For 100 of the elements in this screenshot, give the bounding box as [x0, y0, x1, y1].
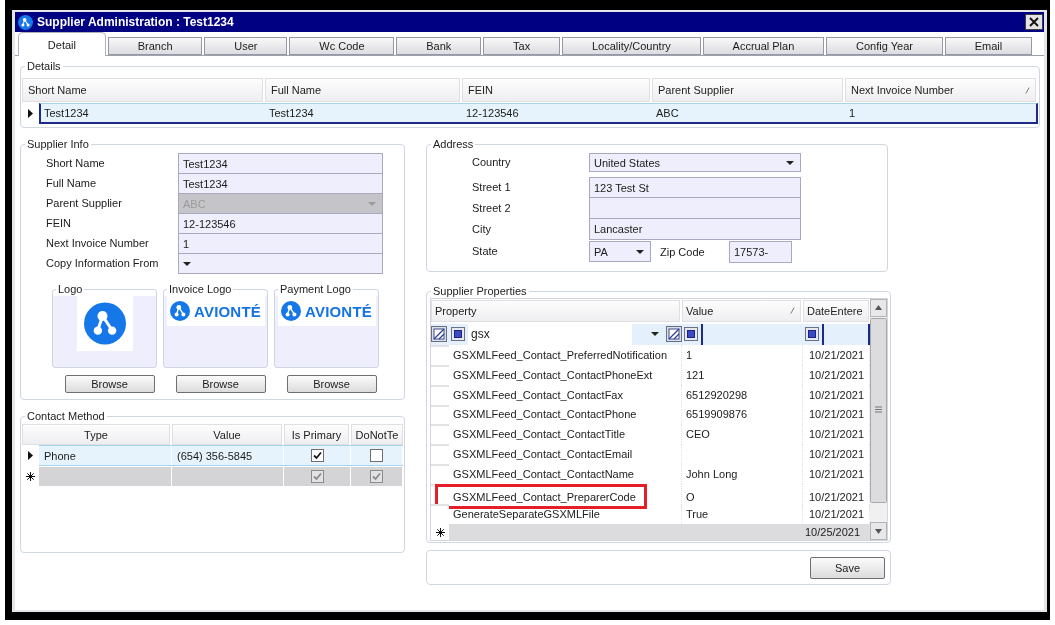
table-cell: GSXMLFeed_Contact_ContactPhone [453, 408, 637, 421]
text-field[interactable]: Lancaster [589, 219, 801, 240]
sort-indicator-icon [1025, 86, 1030, 94]
slashed-square-icon[interactable] [431, 326, 447, 343]
tab[interactable]: Tax [483, 37, 561, 55]
column-header[interactable]: Value [682, 300, 801, 322]
browse-button[interactable]: Browse [286, 375, 377, 393]
table-cell-text: 12-123546 [465, 106, 520, 121]
logo-icon [281, 301, 301, 321]
table-cell: 10/21/2021 [809, 408, 865, 421]
text-field[interactable]: Test1234 [178, 153, 383, 174]
caret-icon [183, 261, 191, 266]
column-header[interactable]: Short Name [22, 78, 263, 102]
text-field[interactable]: 123 Test St [589, 177, 801, 198]
slashed-square-icon[interactable] [666, 326, 682, 343]
table-cell: John Long [686, 468, 738, 481]
logo-wordmark: AVIONTÉ [305, 302, 372, 320]
tab[interactable]: User [204, 37, 288, 55]
field-label: State [472, 245, 499, 259]
field-label: Parent Supplier [46, 197, 123, 211]
combo-box[interactable]: United States [589, 153, 801, 172]
column-header[interactable]: DoNotTe [351, 424, 403, 445]
field-label: Copy Information From [46, 257, 160, 271]
text-field[interactable] [589, 198, 801, 219]
browse-button[interactable]: Browse [64, 375, 155, 393]
field-label: Street 2 [472, 201, 512, 216]
tab[interactable]: Branch [107, 37, 203, 55]
group-title: Supplier Info [26, 138, 90, 151]
table-cell-text: 1 [848, 106, 857, 121]
table-cell: True [686, 508, 709, 521]
tab[interactable]: Locality/Country [562, 37, 701, 55]
table-cell-text: Test1234 [43, 106, 90, 121]
sort-indicator-icon [790, 307, 795, 315]
filled-square-icon[interactable] [805, 327, 819, 342]
column-header[interactable]: Property [431, 300, 680, 322]
caret-icon [636, 249, 644, 254]
field-label: FEIN [46, 217, 73, 231]
table-cell: 10/21/2021 [809, 428, 865, 441]
checkbox[interactable] [310, 470, 324, 483]
table-cell: 10/21/2021 [809, 508, 865, 521]
table-cell: (654) 356-5845 [172, 446, 284, 465]
checkbox[interactable] [310, 449, 324, 462]
group-title: Supplier Properties [432, 285, 528, 298]
tab[interactable]: Accrual Plan [702, 37, 825, 55]
caret-icon [651, 332, 659, 337]
text-field[interactable]: Test1234 [178, 174, 383, 194]
column-header[interactable]: Full Name [265, 78, 460, 102]
table-cell: 6519909876 [686, 408, 748, 421]
table-cell: 10/21/2021 [809, 348, 865, 361]
column-header[interactable]: Next Invoice Number [845, 78, 1036, 102]
table-cell: GSXMLFeed_Contact_ContactEmail [453, 448, 633, 461]
asterisk-icon [26, 472, 35, 481]
app-logo-icon [18, 14, 33, 30]
field-label: Full Name [46, 177, 98, 191]
column-header[interactable]: Parent Supplier [652, 78, 843, 102]
browse-button[interactable]: Browse [175, 375, 266, 393]
checkbox[interactable] [370, 449, 383, 462]
logo-title: Payment Logo [279, 283, 352, 296]
logo-title: Invoice Logo [168, 283, 233, 296]
tab[interactable]: Detail [18, 32, 106, 56]
field-label: Street 1 [472, 180, 512, 195]
filled-square-icon[interactable] [684, 327, 698, 342]
column-header[interactable]: Value [172, 424, 282, 445]
vertical-scrollbar[interactable] [870, 299, 887, 540]
close-button[interactable] [1025, 14, 1043, 30]
caret-icon [786, 160, 794, 165]
table-cell-text: Test1234 [268, 106, 315, 121]
logo-wordmark: AVIONTÉ [194, 302, 261, 320]
table-cell: GSXMLFeed_Contact_ContactName [453, 468, 634, 481]
group-title: Address [432, 138, 475, 151]
table-cell: GSXMLFeed_Contact_ContactFax [453, 388, 623, 401]
field-label: Next Invoice Number [46, 237, 150, 251]
filled-square-icon[interactable] [451, 327, 465, 342]
table-row[interactable]: Phone (654) 356-5845 [39, 445, 403, 466]
field-label: Short Name [46, 156, 106, 171]
column-header[interactable]: DateEntere [803, 300, 869, 322]
caret-icon [368, 201, 376, 206]
field-label: Country [472, 155, 512, 170]
save-button[interactable]: Save [810, 556, 885, 579]
text-field[interactable]: 17573- [729, 241, 792, 263]
window-title: Supplier Administration : Test1234 [37, 15, 234, 29]
table-cell: 10/21/2021 [809, 448, 865, 461]
column-header[interactable]: Is Primary [284, 424, 349, 445]
logo-image [76, 296, 133, 351]
combo-box[interactable]: PA [589, 241, 651, 262]
checkbox[interactable] [370, 470, 383, 483]
row-pointer-icon [28, 109, 33, 118]
group-title: Contact Method [26, 410, 106, 423]
tab[interactable]: Wc Code [289, 37, 395, 55]
text-field[interactable]: 1 [178, 234, 383, 254]
tab[interactable]: Bank [396, 37, 482, 55]
column-header[interactable]: FEIN [462, 78, 650, 102]
tab[interactable]: Email [944, 37, 1033, 55]
new-row[interactable]: 10/25/2021 [449, 524, 870, 540]
text-field[interactable]: 12-123546 [178, 214, 383, 234]
table-cell: CEO [686, 428, 710, 441]
tab[interactable]: Config Year [826, 37, 943, 55]
table-row[interactable]: Test1234 Test1234 12-123546 ABC 1 [39, 103, 1038, 124]
column-header[interactable]: Type [22, 424, 170, 445]
table-cell: 10/21/2021 [809, 368, 865, 381]
